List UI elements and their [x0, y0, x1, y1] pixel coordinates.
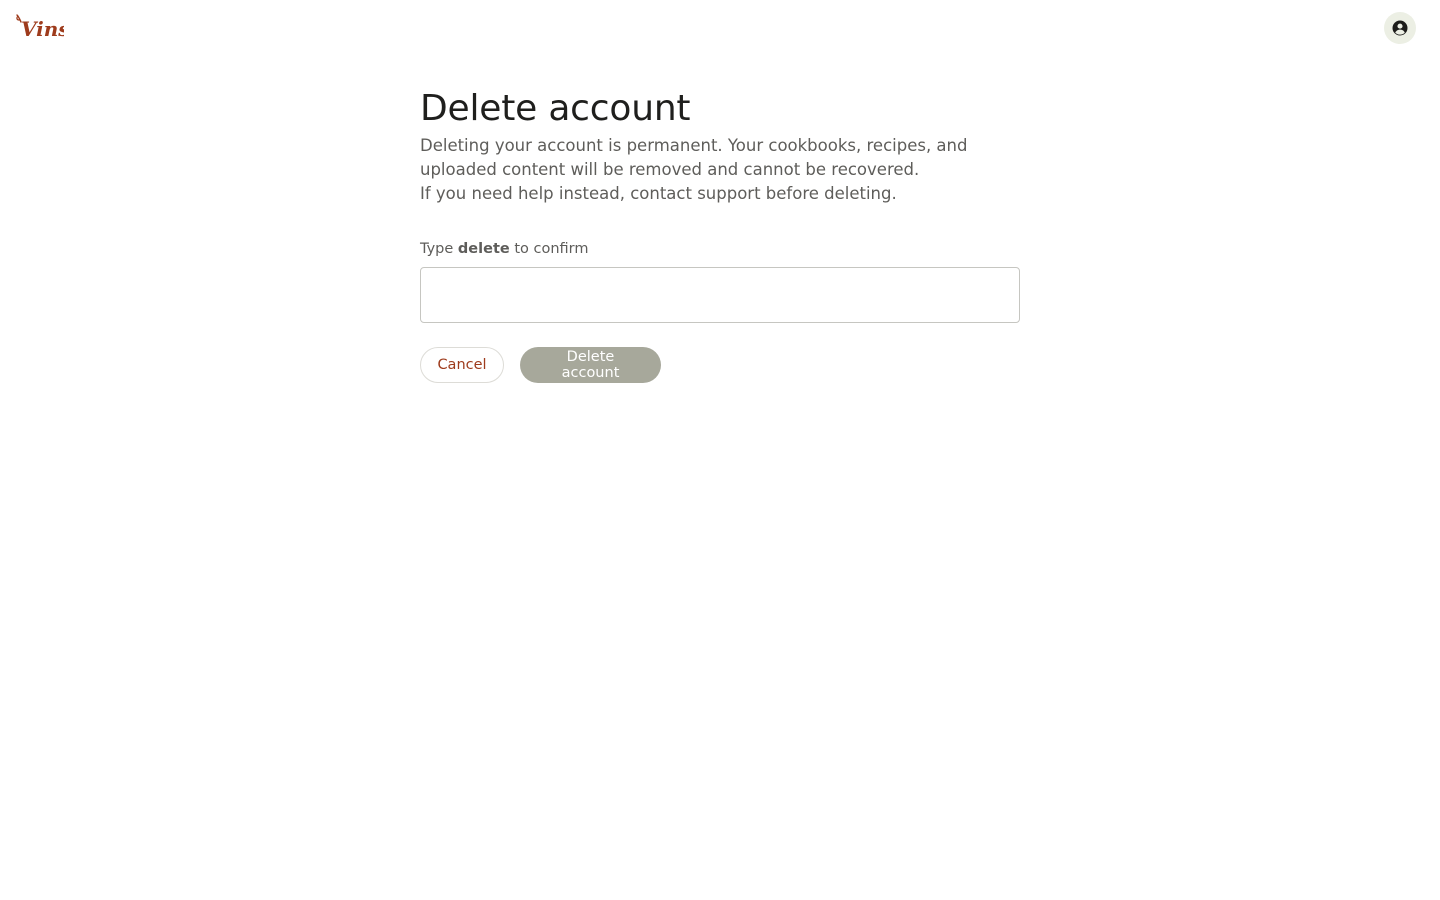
account-menu-button[interactable]: [1384, 12, 1416, 44]
page-title: Delete account: [420, 88, 691, 129]
cancel-button[interactable]: Cancel: [420, 347, 504, 383]
top-bar: Vinst: [0, 0, 1440, 56]
action-buttons: Cancel Delete account: [420, 347, 1020, 383]
vinst-logo[interactable]: Vinst: [14, 12, 64, 42]
confirm-delete-input[interactable]: [420, 267, 1020, 323]
permanent-deletion-warning: Deleting your account is permanent. Your…: [420, 136, 968, 179]
confirm-label: Type delete to confirm: [420, 239, 1020, 259]
account-circle-icon: [1392, 20, 1408, 36]
svg-text:Vinst: Vinst: [21, 17, 64, 41]
confirm-label-prefix: Type: [420, 241, 454, 257]
support-hint: If you need help instead, contact suppor…: [420, 184, 897, 203]
delete-account-panel: Delete account Deleting your account is …: [420, 84, 1020, 383]
delete-account-button[interactable]: Delete account: [520, 347, 661, 383]
confirm-keyword: delete: [457, 241, 510, 257]
confirm-label-suffix: to confirm: [514, 241, 589, 257]
